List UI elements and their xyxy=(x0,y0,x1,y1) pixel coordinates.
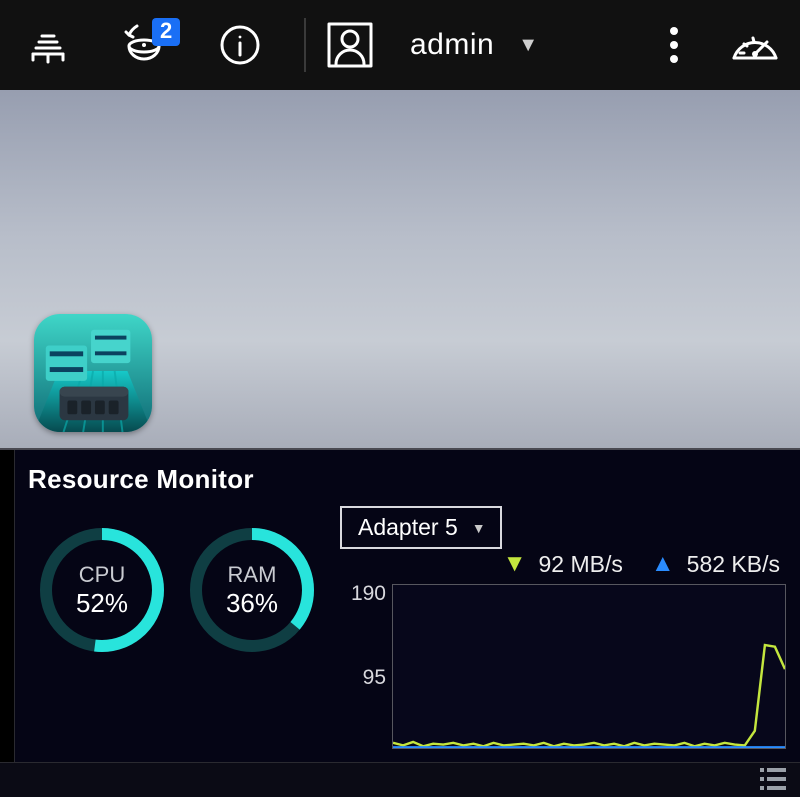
network-rates: ▼ 92 MB/s ▲ 582 KB/s xyxy=(503,550,780,578)
topbar-divider xyxy=(304,18,306,72)
more-menu-button[interactable] xyxy=(638,0,710,90)
ram-label: RAM xyxy=(226,562,278,588)
system-performance-button[interactable] xyxy=(710,0,800,90)
adapter-select[interactable]: Adapter 5 ▼ xyxy=(340,506,502,549)
network-block: Adapter 5 ▼ ▼ 92 MB/s ▲ 582 KB/s 190 95 xyxy=(340,506,786,749)
panel-footer xyxy=(0,762,800,797)
ram-gauge[interactable]: RAM 36% xyxy=(186,524,318,656)
info-button[interactable] xyxy=(192,0,288,90)
cpu-value: 52% xyxy=(76,588,128,619)
chevron-down-icon: ▼ xyxy=(518,34,538,57)
download-arrow-icon: ▼ xyxy=(503,550,527,578)
cpu-gauge[interactable]: CPU 52% xyxy=(36,524,168,656)
resource-monitor-panel: Resource Monitor CPU 52% RAM 36% xyxy=(0,448,800,797)
panel-title: Resource Monitor xyxy=(28,464,254,495)
list-view-button[interactable] xyxy=(760,768,786,795)
user-icon[interactable] xyxy=(314,0,386,90)
network-chart[interactable] xyxy=(392,584,786,749)
network-chart-wrap: 190 95 xyxy=(340,584,786,749)
upload-rate: 582 KB/s xyxy=(687,551,780,578)
y-tick-190: 190 xyxy=(351,582,386,606)
panel-left-rail xyxy=(0,450,15,763)
notification-count: 2 xyxy=(160,18,172,43)
topbar: 2 admin ▼ xyxy=(0,0,800,90)
ram-value: 36% xyxy=(226,588,278,619)
desktop-area[interactable] xyxy=(0,90,800,448)
adapter-selected-label: Adapter 5 xyxy=(358,514,458,541)
download-rate: 92 MB/s xyxy=(539,551,623,578)
notification-badge: 2 xyxy=(152,18,180,46)
user-name: admin xyxy=(410,28,494,62)
disk-status-button[interactable]: 2 xyxy=(96,0,192,90)
chevron-down-icon: ▼ xyxy=(472,520,486,536)
dashboard-button[interactable] xyxy=(0,0,96,90)
series-download xyxy=(393,645,785,746)
cpu-label: CPU xyxy=(76,562,128,588)
upload-arrow-icon: ▲ xyxy=(651,550,675,578)
y-tick-95: 95 xyxy=(363,666,386,690)
chart-y-axis: 190 95 xyxy=(340,584,392,749)
user-menu[interactable]: admin ▼ xyxy=(410,28,538,62)
gauges: CPU 52% RAM 36% xyxy=(36,524,318,656)
storage-manager-app-icon[interactable] xyxy=(34,314,152,432)
